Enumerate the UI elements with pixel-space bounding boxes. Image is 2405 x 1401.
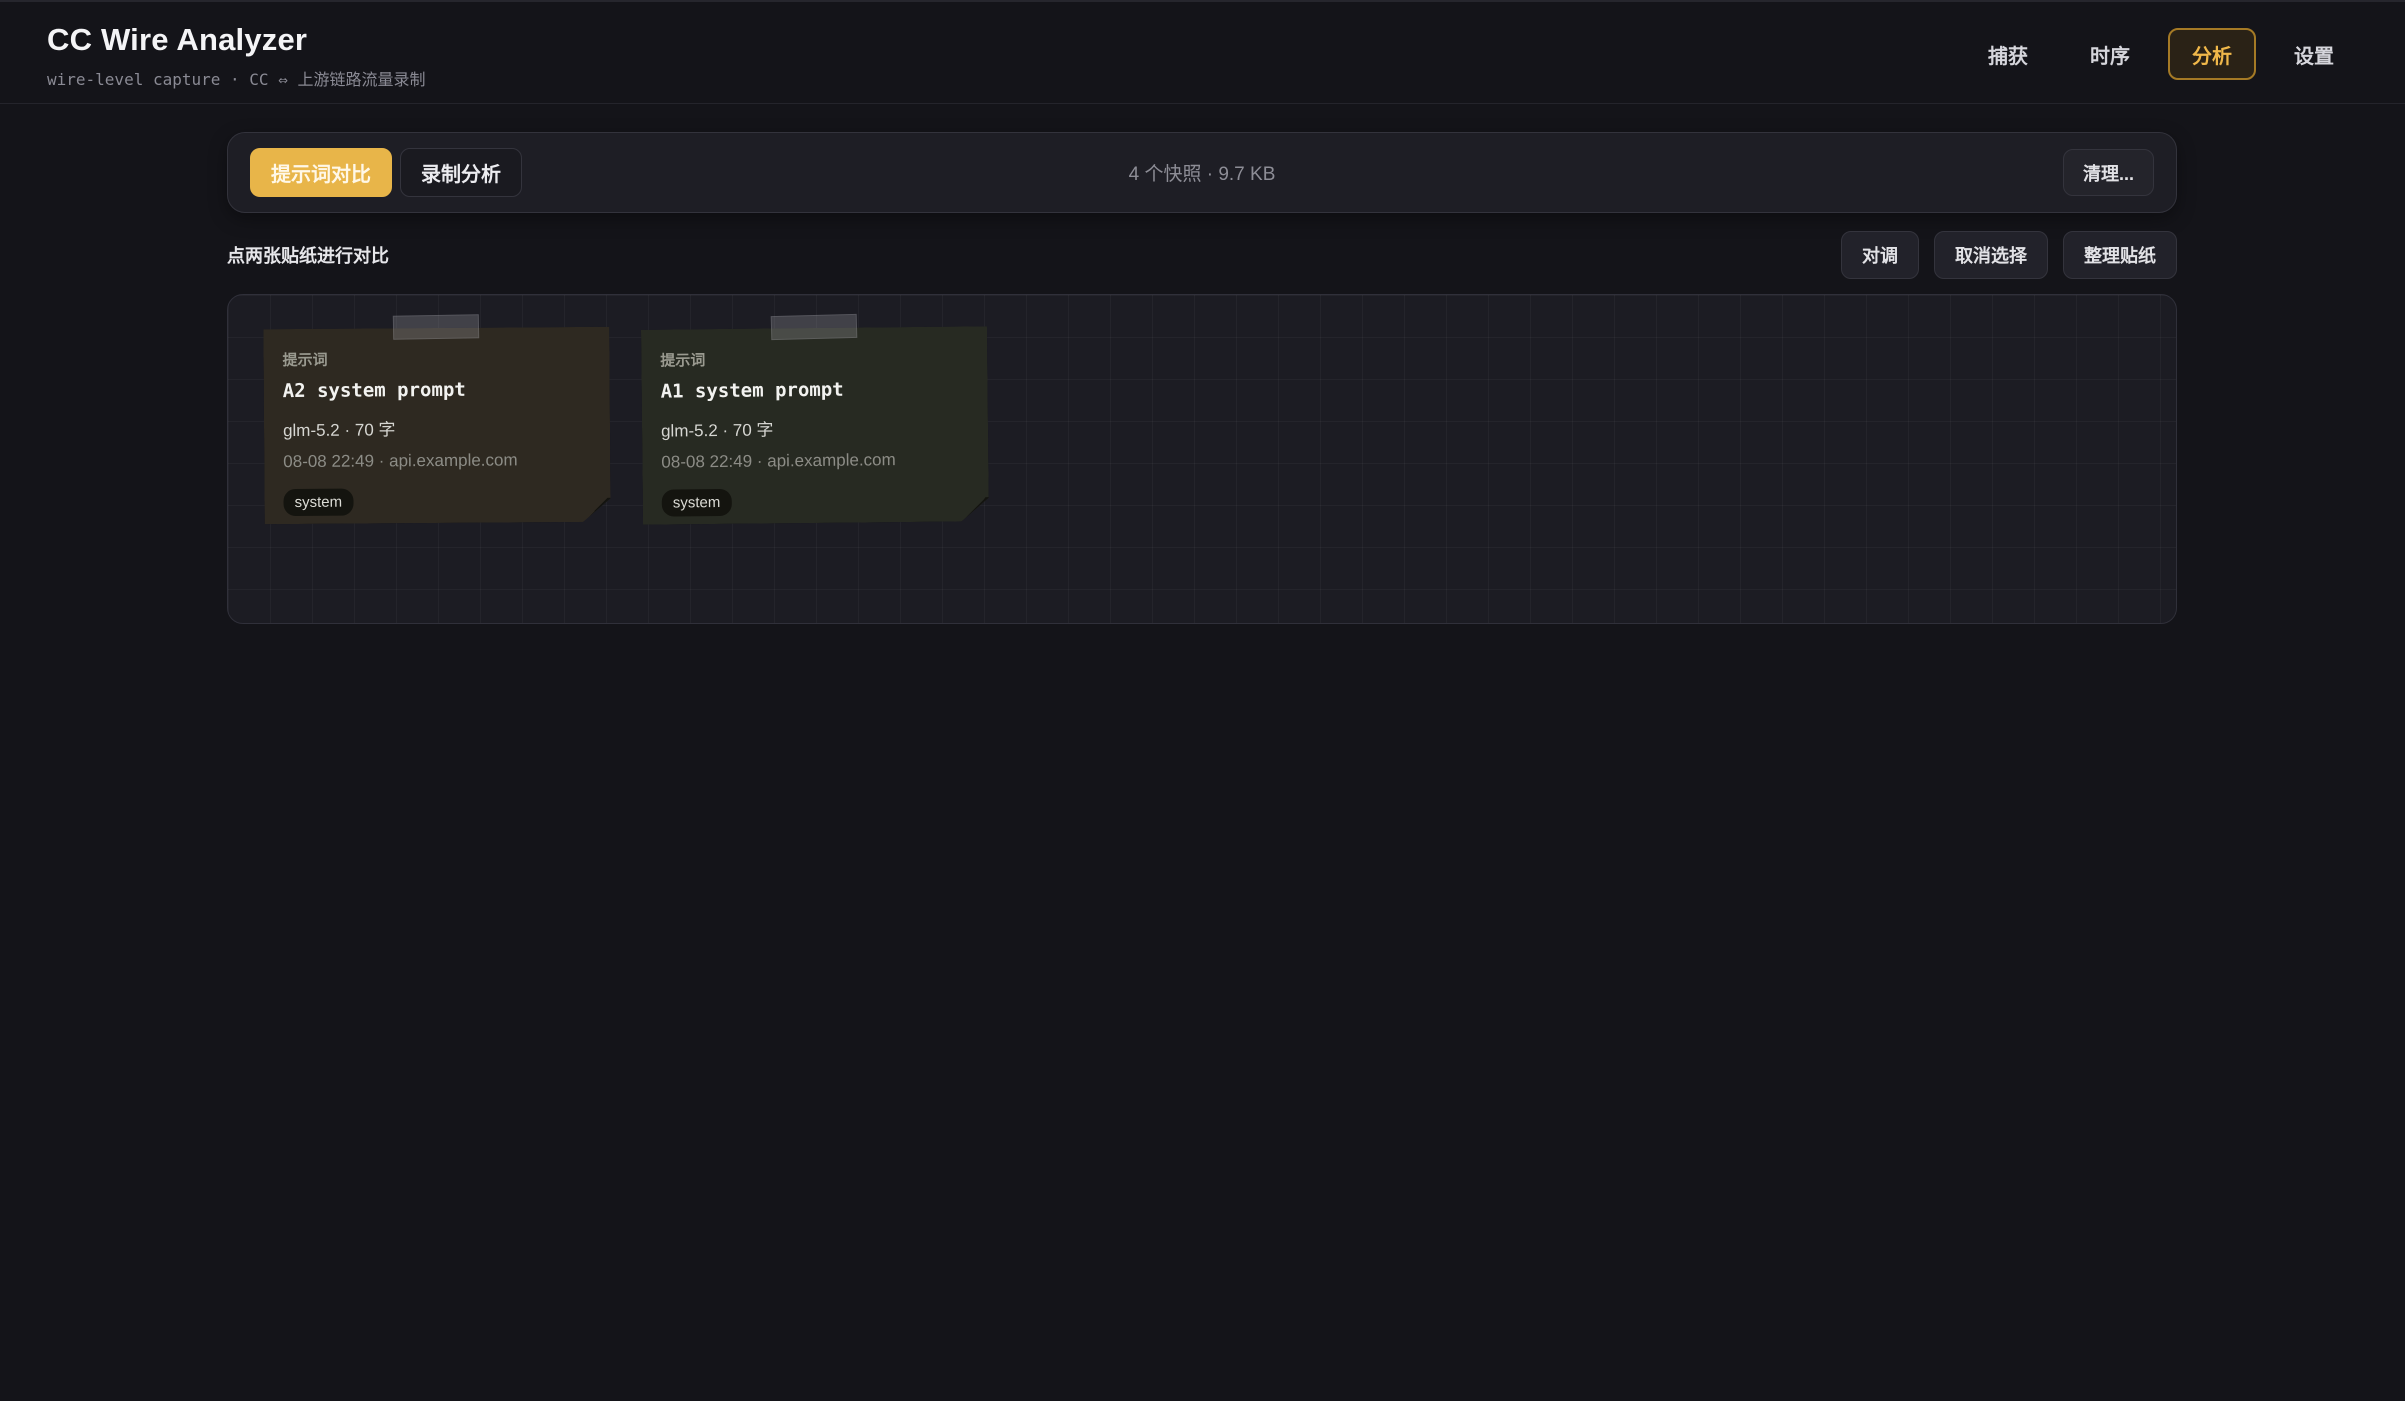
note-meta: 08-08 22:49 · api.example.com	[661, 450, 896, 472]
sticky-board: 提示词 A2 system prompt glm-5.2 · 70 字 08-0…	[227, 294, 2177, 624]
note-model: glm-5.2 · 70 字	[282, 420, 396, 441]
app-title: CC Wire Analyzer	[47, 22, 308, 57]
nav-analysis[interactable]: 分析	[2168, 28, 2256, 80]
app-subtitle: wire-level capture · CC ⇔ 上游链路流量录制	[47, 70, 426, 89]
tape-strip	[770, 313, 858, 341]
sticky-note[interactable]: 提示词 A1 system prompt glm-5.2 · 70 字 08-0…	[641, 326, 989, 525]
note-tag: system	[283, 489, 353, 516]
deselect-button[interactable]: 取消选择	[1934, 231, 2048, 279]
note-meta: 08-08 22:49 · api.example.com	[283, 450, 518, 472]
analysis-toolbar: 提示词对比 录制分析 4 个快照 · 9.7 KB 清理...	[227, 132, 2177, 213]
brand: CC Wire Analyzer wire-level capture · CC…	[47, 22, 425, 90]
arrange-notes-button[interactable]: 整理贴纸	[2063, 231, 2177, 279]
main-nav: 捕获 时序 分析 设置	[1964, 28, 2358, 80]
swap-button[interactable]: 对调	[1841, 231, 1919, 279]
note-tag: system	[662, 489, 732, 517]
note-model: glm-5.2 · 70 字	[660, 420, 774, 441]
note-title: A2 system prompt	[282, 378, 466, 403]
snapshot-summary: 4 个快照 · 9.7 KB	[1128, 164, 1276, 185]
clean-button[interactable]: 清理...	[2062, 149, 2154, 196]
sticky-note[interactable]: 提示词 A2 system prompt glm-5.2 · 70 字 08-0…	[263, 327, 610, 524]
folded-corner	[581, 498, 611, 522]
tape-strip	[392, 314, 480, 340]
top-bar: CC Wire Analyzer wire-level capture · CC…	[0, 0, 2405, 104]
nav-timeline[interactable]: 时序	[2066, 28, 2154, 80]
nav-capture[interactable]: 捕获	[1964, 28, 2052, 80]
compare-hint: 点两张贴纸进行对比	[227, 246, 389, 266]
board-actions: 对调 取消选择 整理贴纸	[1841, 231, 2177, 279]
folded-corner	[959, 497, 989, 521]
note-kind: 提示词	[660, 352, 706, 370]
nav-settings[interactable]: 设置	[2270, 28, 2358, 80]
note-kind: 提示词	[282, 351, 328, 370]
note-title: A1 system prompt	[660, 378, 844, 403]
